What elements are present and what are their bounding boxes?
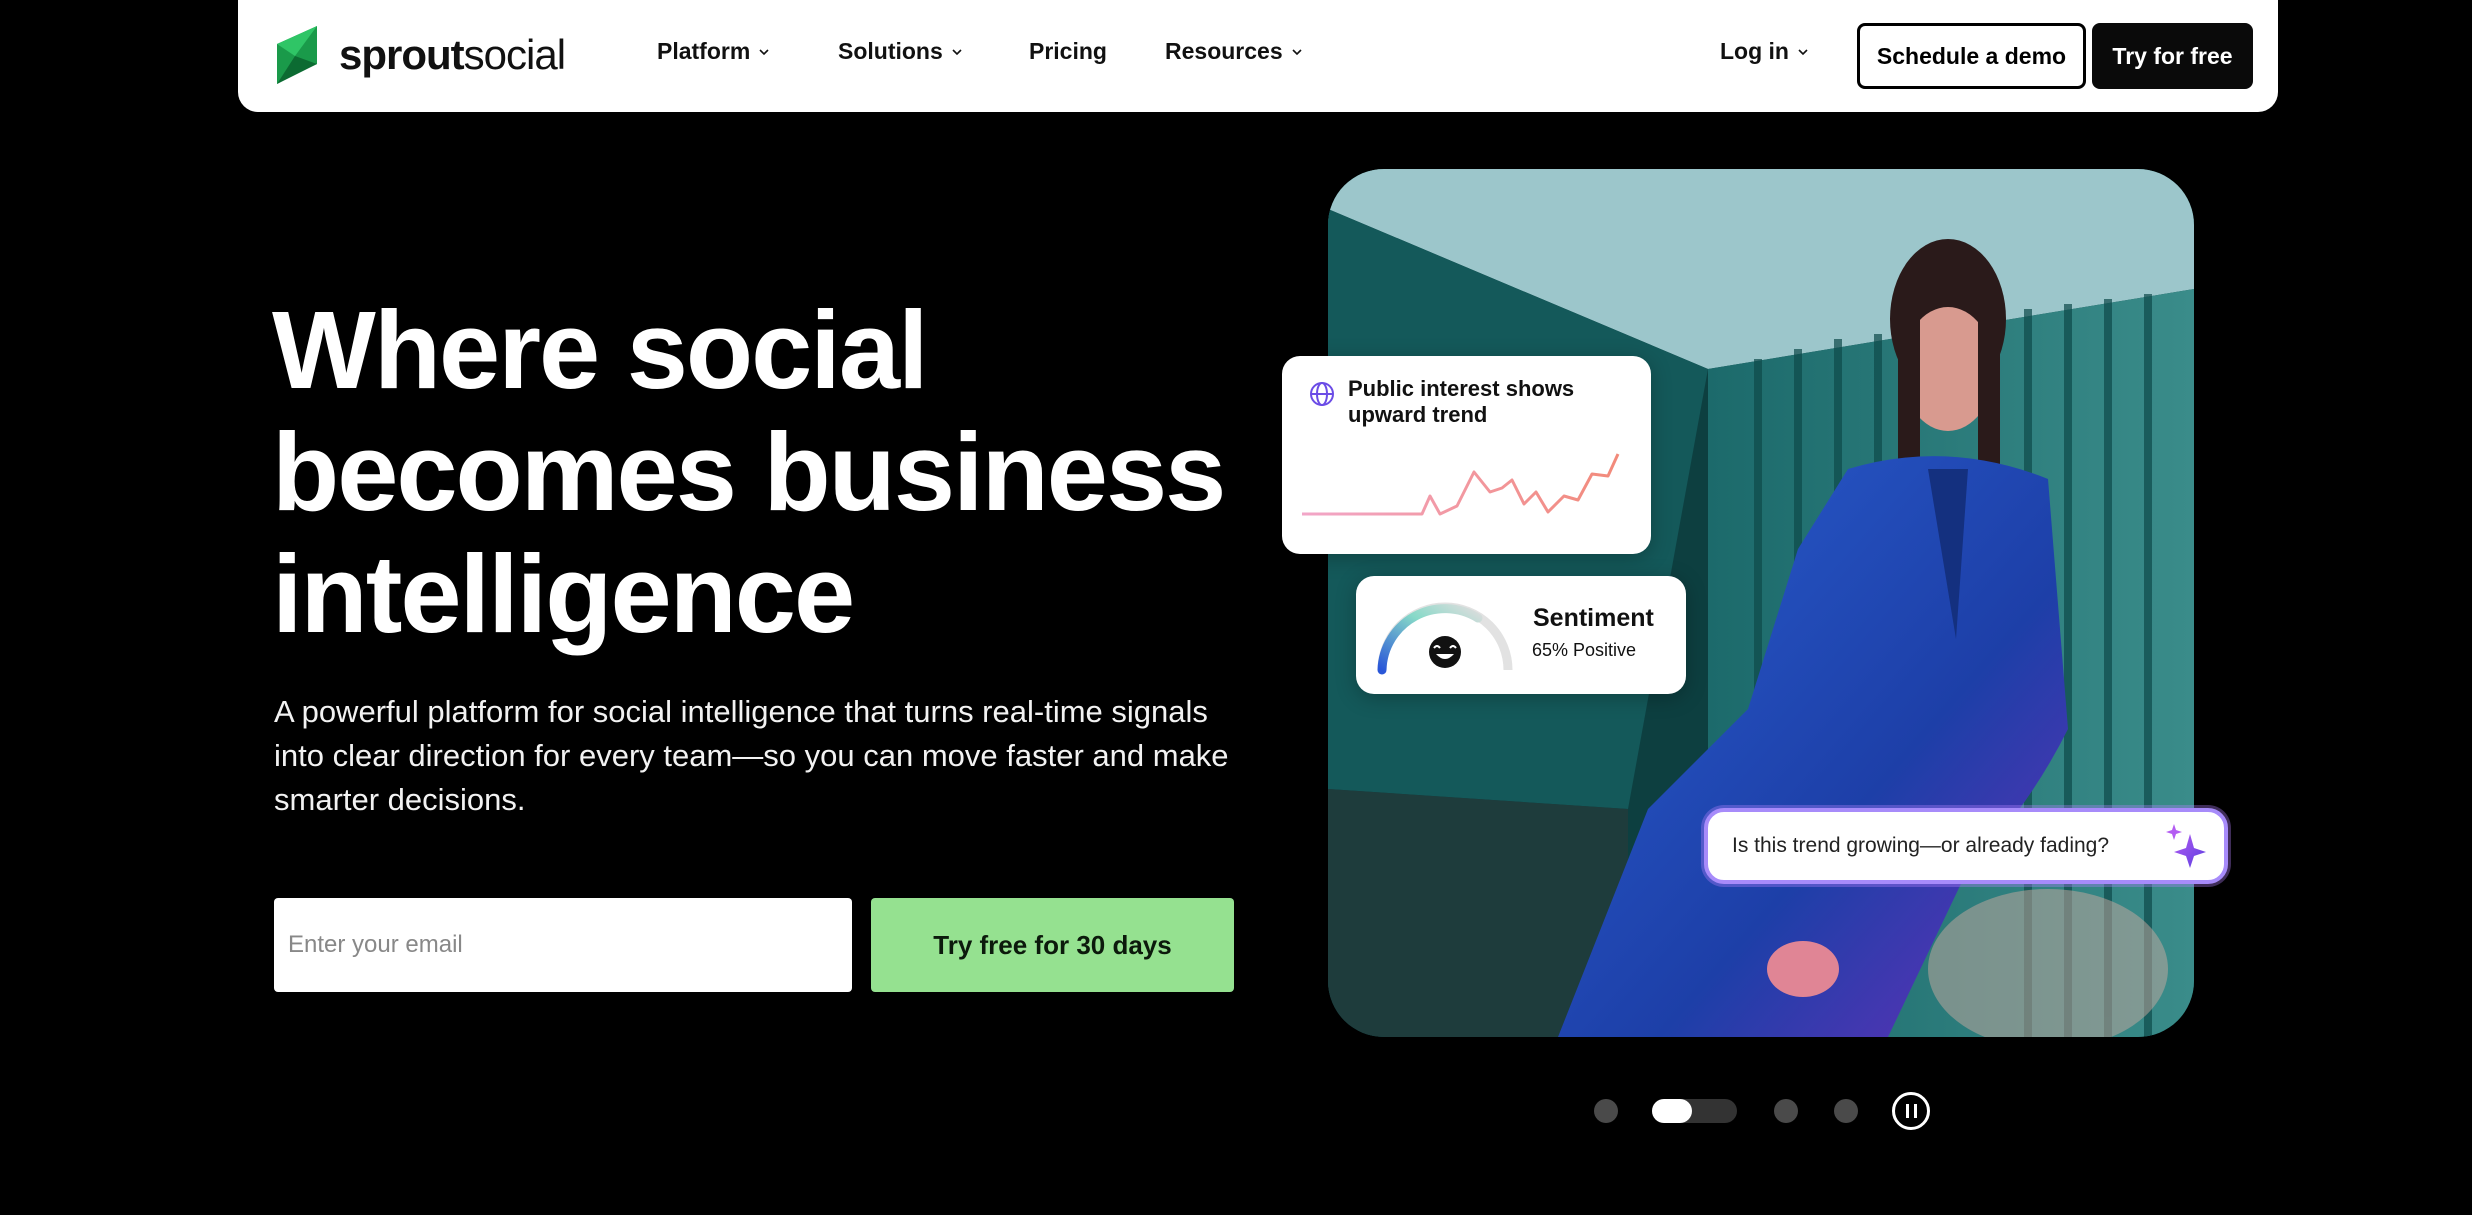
nav-platform[interactable]: Platform [657,38,770,65]
sentiment-card: Sentiment 65% Positive [1356,576,1686,694]
globe-icon [1310,382,1334,406]
nav-resources-label: Resources [1165,38,1283,64]
login-link[interactable]: Log in [1720,38,1809,65]
sentiment-label: Sentiment [1533,604,1654,632]
headline-line-1: Where social [272,289,929,412]
email-input[interactable] [274,898,852,992]
headline-line-3: intelligence [272,533,855,656]
sentiment-gauge [1377,602,1513,675]
trend-title: Public interest shows upward trend [1348,376,1575,427]
chevron-down-icon [1798,48,1808,55]
carousel-dot-4[interactable] [1834,1099,1858,1123]
pause-button[interactable] [1892,1092,1930,1130]
chevron-down-icon [1292,48,1302,55]
chevron-down-icon [759,48,769,55]
chevron-down-icon [952,48,962,55]
carousel-progress-fill [1652,1099,1692,1123]
login-label: Log in [1720,38,1789,64]
trend-card: Public interest shows upward trend [1282,356,1651,554]
try-free-30-days-button[interactable]: Try free for 30 days [871,898,1234,992]
nav-solutions-label: Solutions [838,38,943,64]
carousel-dot-2-active[interactable] [1652,1099,1737,1123]
nav-solutions[interactable]: Solutions [838,38,963,65]
hero-subtext: A powerful platform for social intellige… [274,694,1229,817]
carousel-dot-3[interactable] [1774,1099,1798,1123]
sprout-leaf-icon [277,26,317,84]
carousel-dot-1[interactable] [1594,1099,1618,1123]
ai-prompt-text: Is this trend growing—or already fading? [1732,834,2110,857]
trend-sparkline [1302,453,1620,516]
pause-icon [1913,1104,1917,1118]
ai-prompt-card: Is this trend growing—or already fading? [1704,808,2228,884]
try-for-free-button[interactable]: Try for free [2092,23,2253,89]
nav-pricing[interactable]: Pricing [1029,38,1107,65]
headline-line-2: becomes business [272,411,1226,534]
logo-wordmark: sproutsocial [339,31,566,78]
sparkle-icon [2166,824,2206,868]
schedule-demo-button[interactable]: Schedule a demo [1857,23,2086,89]
nav-resources[interactable]: Resources [1165,38,1303,65]
pause-icon [1905,1104,1909,1118]
sprout-social-logo[interactable]: sproutsocial [273,26,566,84]
sentiment-value: 65% Positive [1532,640,1637,660]
nav-pricing-label: Pricing [1029,38,1107,64]
hero-headline: Where social becomes business intelligen… [272,290,1272,656]
top-nav: sproutsocial Platform Solutions Pricing … [238,0,2278,112]
nav-platform-label: Platform [657,38,751,64]
